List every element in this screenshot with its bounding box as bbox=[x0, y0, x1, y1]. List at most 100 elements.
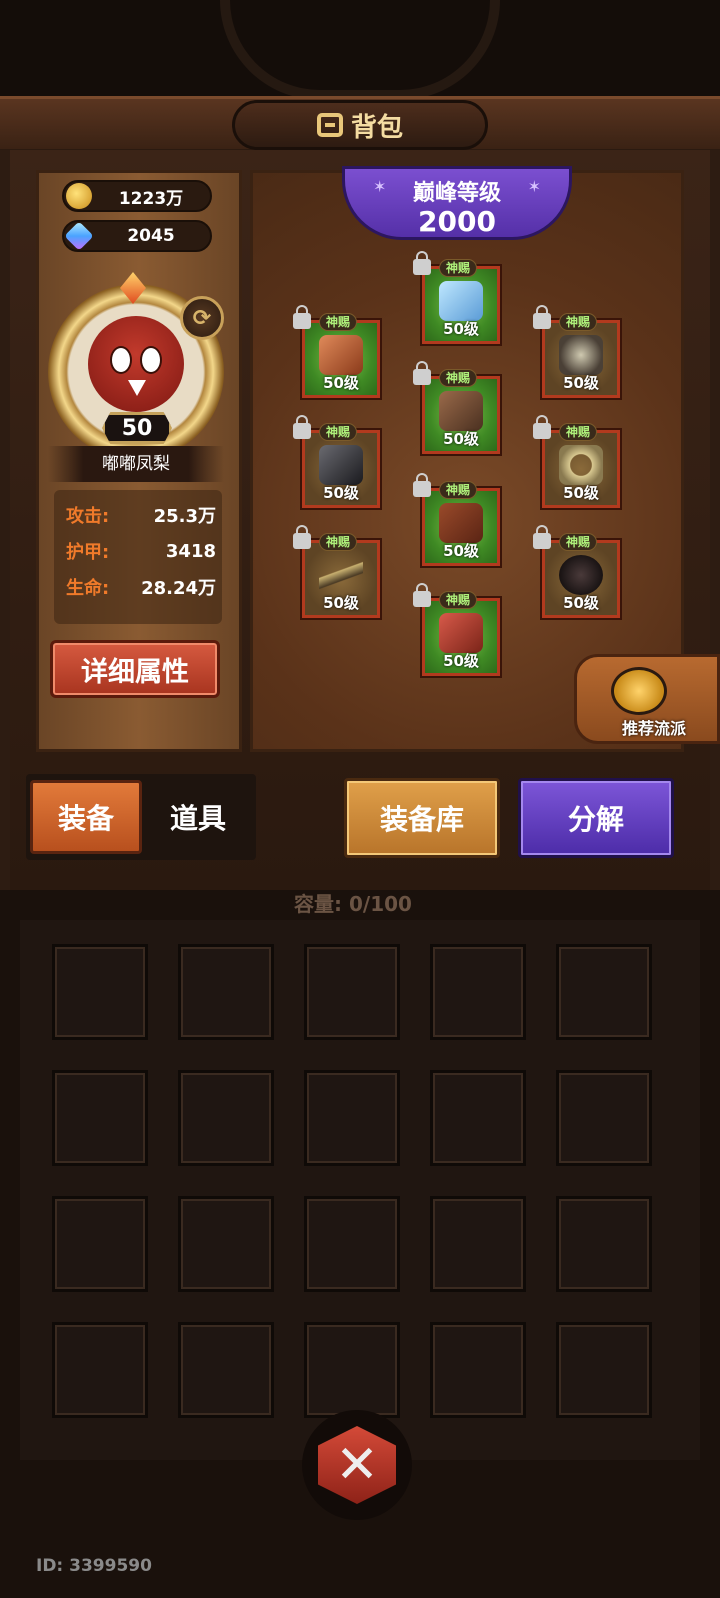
attr-attack: 攻击: 25.3万 bbox=[66, 500, 216, 530]
tab-items[interactable]: 道具 bbox=[142, 780, 254, 854]
slot-tag: 神赐 bbox=[559, 533, 598, 551]
inventory-slot[interactable] bbox=[556, 1322, 652, 1418]
equip-slot-ring[interactable]: 神赐 50级 bbox=[533, 415, 620, 508]
lock-icon bbox=[413, 251, 431, 275]
lock-icon bbox=[413, 361, 431, 385]
necklace-icon bbox=[559, 335, 603, 375]
detail-attributes-button[interactable]: 详细属性 bbox=[50, 640, 220, 698]
decompose-button[interactable]: 分解 bbox=[518, 778, 674, 858]
inventory-slot[interactable] bbox=[304, 1070, 400, 1166]
bomb-icon bbox=[559, 555, 603, 595]
slot-level: 50级 bbox=[563, 594, 599, 612]
inventory-slot[interactable] bbox=[52, 944, 148, 1040]
gold-value: 1223万 bbox=[118, 188, 184, 209]
star-icon: ✶ bbox=[373, 177, 387, 196]
inventory-slot[interactable] bbox=[430, 1196, 526, 1292]
inventory-slot[interactable] bbox=[304, 944, 400, 1040]
user-id: ID: 3399590 bbox=[36, 1556, 152, 1576]
slot-level: 50级 bbox=[323, 484, 359, 502]
shoulder-icon bbox=[319, 335, 363, 375]
equip-slot-necklace[interactable]: 神赐 50级 bbox=[533, 305, 620, 398]
equip-slot-armor[interactable]: 神赐 50级 bbox=[413, 361, 500, 454]
recommend-label: 推荐流派 bbox=[621, 719, 686, 738]
slot-tag: 神赐 bbox=[319, 423, 358, 441]
recommend-build-button[interactable]: 推荐流派 bbox=[574, 654, 720, 744]
slot-level: 50级 bbox=[563, 484, 599, 502]
inventory-slot[interactable] bbox=[52, 1196, 148, 1292]
gem-value: 2045 bbox=[127, 226, 175, 246]
inventory-slot[interactable] bbox=[556, 1196, 652, 1292]
gold-counter: 1223万 bbox=[62, 180, 212, 212]
thumbs-up-icon bbox=[611, 667, 667, 715]
slot-tag: 神赐 bbox=[319, 313, 358, 331]
equip-slot-pants[interactable]: 神赐 50级 bbox=[413, 473, 500, 566]
close-button[interactable]: ✕ bbox=[302, 1410, 412, 1520]
lock-icon bbox=[293, 525, 311, 549]
slot-level: 50级 bbox=[323, 374, 359, 392]
gold-coin-icon bbox=[66, 183, 92, 209]
attr-label: 生命: bbox=[66, 578, 110, 599]
equip-slot-weapon[interactable]: 神赐 50级 bbox=[293, 525, 380, 618]
lock-icon bbox=[413, 473, 431, 497]
backpack-icon bbox=[316, 113, 343, 137]
equip-slot-helmet[interactable]: 神赐 50级 bbox=[413, 251, 500, 344]
page-title: 背包 bbox=[350, 112, 403, 143]
peak-level-banner[interactable]: ✶ ✶ 巅峰等级 2000 bbox=[342, 166, 572, 240]
attr-armor: 护甲: 3418 bbox=[66, 536, 216, 566]
pants-icon bbox=[439, 503, 483, 543]
helmet-icon bbox=[439, 281, 483, 321]
equip-slot-gauntlet[interactable]: 神赐 50级 bbox=[293, 415, 380, 508]
hero-attributes: 攻击: 25.3万 护甲: 3418 生命: 28.24万 bbox=[54, 490, 222, 624]
avatar-mouth bbox=[128, 380, 146, 396]
swap-hero-button[interactable]: ⟳ bbox=[180, 296, 224, 340]
inventory-slot[interactable] bbox=[52, 1322, 148, 1418]
title-plate: 背包 bbox=[232, 100, 488, 150]
inventory-slot[interactable] bbox=[430, 944, 526, 1040]
hero-avatar[interactable] bbox=[88, 316, 184, 412]
equip-slot-shoulder[interactable]: 神赐 50级 bbox=[293, 305, 380, 398]
armor-icon bbox=[439, 391, 483, 431]
inventory-slot[interactable] bbox=[556, 944, 652, 1040]
slot-level: 50级 bbox=[443, 652, 479, 670]
tab-equipment[interactable]: 装备 bbox=[30, 780, 142, 854]
slot-level: 50级 bbox=[443, 320, 479, 338]
lock-icon bbox=[293, 305, 311, 329]
slot-tag: 神赐 bbox=[439, 259, 478, 277]
attr-value: 25.3万 bbox=[153, 506, 216, 527]
slot-tag: 神赐 bbox=[439, 481, 478, 499]
slot-tag: 神赐 bbox=[439, 591, 478, 609]
hero-name: 嘟嘟凤梨 bbox=[48, 446, 224, 482]
top-background bbox=[0, 0, 720, 100]
avatar-eye-right bbox=[140, 346, 162, 374]
inventory-slot[interactable] bbox=[178, 1070, 274, 1166]
inventory-slot[interactable] bbox=[52, 1070, 148, 1166]
inventory-slot[interactable] bbox=[556, 1070, 652, 1166]
slot-tag: 神赐 bbox=[439, 369, 478, 387]
gauntlet-icon bbox=[319, 445, 363, 485]
inventory-slot[interactable] bbox=[430, 1070, 526, 1166]
equipment-storage-button[interactable]: 装备库 bbox=[344, 778, 500, 858]
hero-level-badge: 50 bbox=[102, 412, 172, 444]
inventory-slot[interactable] bbox=[178, 1322, 274, 1418]
ring-icon bbox=[559, 445, 603, 485]
slot-level: 50级 bbox=[443, 430, 479, 448]
attr-health: 生命: 28.24万 bbox=[66, 572, 216, 602]
refresh-icon: ⟳ bbox=[192, 305, 212, 331]
inventory-slot[interactable] bbox=[178, 944, 274, 1040]
peak-level-value: 2000 bbox=[418, 205, 496, 238]
equip-slot-bomb[interactable]: 神赐 50级 bbox=[533, 525, 620, 618]
attr-label: 护甲: bbox=[66, 542, 110, 563]
slot-level: 50级 bbox=[563, 374, 599, 392]
inventory-slot[interactable] bbox=[304, 1196, 400, 1292]
slot-level: 50级 bbox=[323, 594, 359, 612]
slot-tag: 神赐 bbox=[559, 423, 598, 441]
gem-counter: 2045 bbox=[62, 220, 212, 252]
lock-icon bbox=[533, 415, 551, 439]
lock-icon bbox=[533, 525, 551, 549]
inventory-slot[interactable] bbox=[304, 1322, 400, 1418]
equip-slot-boots[interactable]: 神赐 50级 bbox=[413, 583, 500, 676]
inventory-slot[interactable] bbox=[178, 1196, 274, 1292]
avatar-eye-left bbox=[110, 346, 132, 374]
boots-icon bbox=[439, 613, 483, 653]
inventory-slot[interactable] bbox=[430, 1322, 526, 1418]
